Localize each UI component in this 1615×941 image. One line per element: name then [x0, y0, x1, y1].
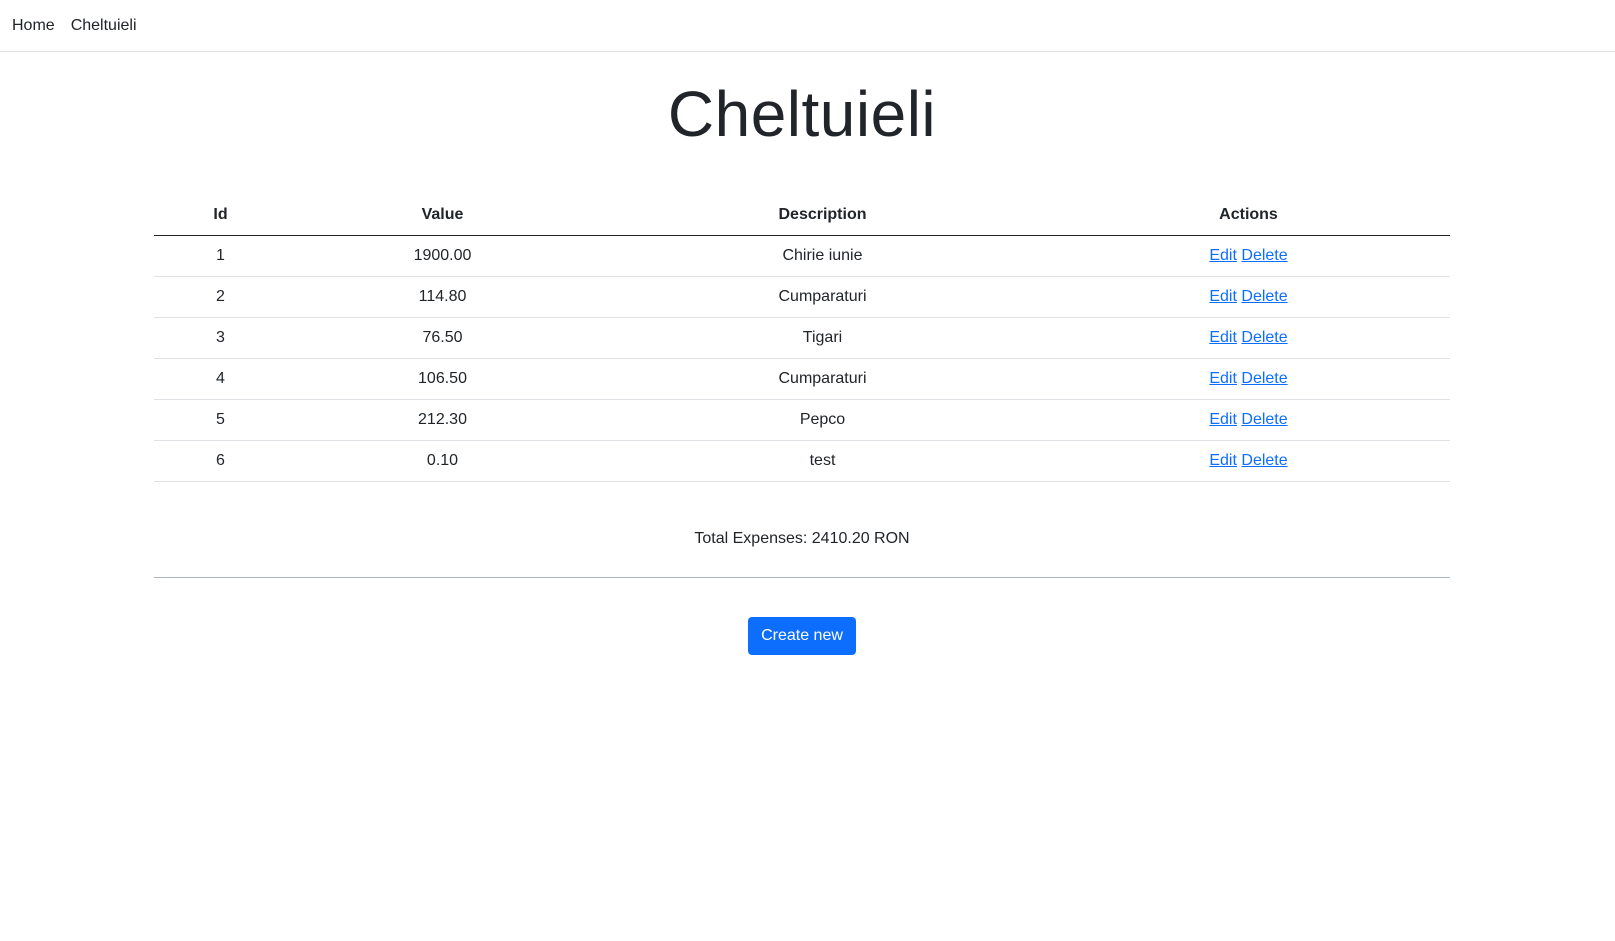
- table-header-row: Id Value Description Actions: [154, 195, 1450, 236]
- table-row: 3 76.50 Tigari Edit Delete: [154, 317, 1450, 359]
- table-row: 5 212.30 Pepco Edit Delete: [154, 399, 1450, 441]
- delete-link[interactable]: Delete: [1241, 247, 1287, 264]
- cell-id: 3: [154, 317, 287, 359]
- edit-link[interactable]: Edit: [1209, 288, 1237, 305]
- nav-link-home[interactable]: Home: [12, 17, 55, 35]
- nav-link-cheltuieli[interactable]: Cheltuieli: [71, 17, 137, 35]
- delete-link[interactable]: Delete: [1241, 370, 1287, 387]
- edit-link[interactable]: Edit: [1209, 370, 1237, 387]
- column-header-actions: Actions: [1047, 195, 1450, 236]
- cell-description: test: [598, 440, 1047, 482]
- edit-link[interactable]: Edit: [1209, 247, 1237, 264]
- button-wrapper: Create new: [154, 617, 1450, 655]
- page-title: Cheltuieli: [667, 78, 937, 150]
- top-navbar: Home Cheltuieli: [0, 0, 1615, 52]
- cell-actions: Edit Delete: [1047, 276, 1450, 318]
- column-header-id: Id: [154, 195, 287, 236]
- cell-value: 106.50: [287, 358, 598, 400]
- cell-actions: Edit Delete: [1047, 317, 1450, 359]
- cell-description: Pepco: [598, 399, 1047, 441]
- cell-id: 1: [154, 235, 287, 277]
- cell-actions: Edit Delete: [1047, 358, 1450, 400]
- divider: [154, 577, 1450, 578]
- delete-link[interactable]: Delete: [1241, 411, 1287, 428]
- column-header-value: Value: [287, 195, 598, 236]
- cell-value: 76.50: [287, 317, 598, 359]
- edit-link[interactable]: Edit: [1209, 411, 1237, 428]
- cell-description: Cumparaturi: [598, 358, 1047, 400]
- main-content: Cheltuieli Id Value Description Actions …: [154, 76, 1450, 655]
- table-row: 6 0.10 test Edit Delete: [154, 440, 1450, 482]
- column-header-description: Description: [598, 195, 1047, 236]
- cell-value: 0.10: [287, 440, 598, 482]
- edit-link[interactable]: Edit: [1209, 452, 1237, 469]
- cell-value: 212.30: [287, 399, 598, 441]
- delete-link[interactable]: Delete: [1241, 288, 1287, 305]
- table-row: 2 114.80 Cumparaturi Edit Delete: [154, 276, 1450, 318]
- cell-value: 114.80: [287, 276, 598, 318]
- cell-actions: Edit Delete: [1047, 440, 1450, 482]
- cell-id: 2: [154, 276, 287, 318]
- total-expenses: Total Expenses: 2410.20 RON: [694, 530, 910, 547]
- table-row: 4 106.50 Cumparaturi Edit Delete: [154, 358, 1450, 400]
- delete-link[interactable]: Delete: [1241, 329, 1287, 346]
- expenses-table: Id Value Description Actions 1 1900.00 C…: [154, 195, 1450, 482]
- cell-value: 1900.00: [287, 235, 598, 277]
- delete-link[interactable]: Delete: [1241, 452, 1287, 469]
- cell-description: Chirie iunie: [598, 235, 1047, 277]
- cell-id: 4: [154, 358, 287, 400]
- cell-id: 6: [154, 440, 287, 482]
- cell-actions: Edit Delete: [1047, 235, 1450, 277]
- edit-link[interactable]: Edit: [1209, 329, 1237, 346]
- cell-id: 5: [154, 399, 287, 441]
- cell-actions: Edit Delete: [1047, 399, 1450, 441]
- cell-description: Tigari: [598, 317, 1047, 359]
- cell-description: Cumparaturi: [598, 276, 1047, 318]
- create-new-button[interactable]: Create new: [748, 617, 856, 655]
- table-row: 1 1900.00 Chirie iunie Edit Delete: [154, 235, 1450, 277]
